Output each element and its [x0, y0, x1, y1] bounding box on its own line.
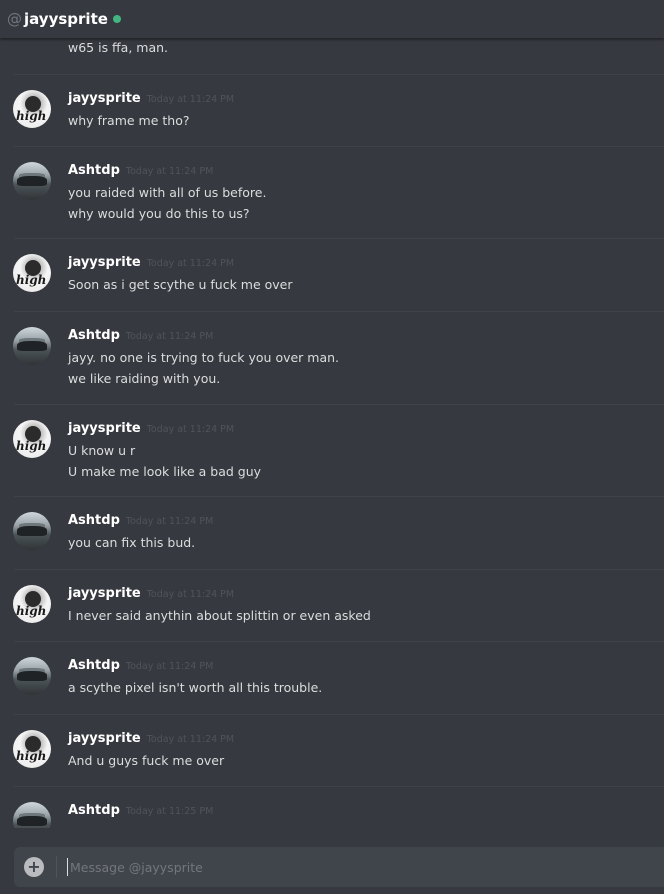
message-timestamp: Today at 11:24 PM: [146, 424, 235, 435]
message-text: U know u r: [68, 443, 136, 458]
avatar-text: high: [16, 439, 47, 453]
message-header: jayysprite Today at 11:24 PM: [68, 91, 234, 106]
message-divider: [14, 714, 664, 715]
message-divider: [14, 238, 664, 239]
message-divider: [14, 786, 664, 787]
message-author[interactable]: Ashtdp: [68, 513, 120, 528]
avatar-text: high: [16, 109, 47, 123]
avatar[interactable]: [13, 327, 51, 365]
avatar-text: high: [16, 749, 47, 763]
avatar[interactable]: high: [13, 90, 51, 128]
online-status-icon: [112, 15, 121, 23]
message-text: why frame me tho?: [68, 113, 190, 128]
avatar-text: high: [16, 604, 47, 618]
message-timestamp: Today at 11:24 PM: [146, 589, 235, 600]
avatar[interactable]: high: [13, 254, 51, 292]
message-timestamp: Today at 11:24 PM: [125, 661, 214, 672]
message-header: jayysprite Today at 11:24 PM: [68, 421, 234, 436]
message-header: jayysprite Today at 11:24 PM: [68, 731, 234, 746]
add-attachment-icon[interactable]: +: [24, 857, 44, 877]
message-divider: [14, 569, 664, 570]
message-text: w65 is ffa, man.: [68, 40, 169, 55]
message-author[interactable]: Ashtdp: [68, 803, 120, 818]
avatar[interactable]: [13, 162, 51, 200]
message-text: U make me look like a bad guy: [68, 464, 262, 479]
message-text: you can fix this bud.: [68, 535, 196, 550]
message-divider: [14, 641, 664, 642]
message-timestamp: Today at 11:25 PM: [125, 806, 214, 817]
message-header: jayysprite Today at 11:24 PM: [68, 255, 234, 270]
avatar[interactable]: high: [13, 420, 51, 458]
message-author[interactable]: Ashtdp: [68, 163, 120, 178]
message-input[interactable]: [67, 858, 664, 876]
message-author[interactable]: jayysprite: [68, 255, 141, 270]
avatar-text: high: [16, 273, 47, 287]
message-text: jayy. no one is trying to fuck you over …: [68, 350, 340, 365]
message-divider: [14, 146, 664, 147]
composer-divider: [56, 856, 57, 878]
avatar[interactable]: [13, 512, 51, 550]
message-header: Ashtdp Today at 11:24 PM: [68, 328, 213, 343]
message-header: Ashtdp Today at 11:24 PM: [68, 658, 213, 673]
message-divider: [14, 311, 664, 312]
dm-username[interactable]: jayysprite: [24, 10, 108, 28]
message-header: jayysprite Today at 11:24 PM: [68, 586, 234, 601]
message-text: we like raiding with you.: [68, 371, 221, 386]
message-author[interactable]: jayysprite: [68, 731, 141, 746]
message-text: Soon as i get scythe u fuck me over: [68, 277, 293, 292]
message-timestamp: Today at 11:24 PM: [146, 734, 235, 745]
message-author[interactable]: jayysprite: [68, 421, 141, 436]
message-text: I never said anythin about splittin or e…: [68, 608, 371, 623]
message-timestamp: Today at 11:24 PM: [146, 258, 235, 269]
message-timestamp: Today at 11:24 PM: [125, 516, 214, 527]
message-header: Ashtdp Today at 11:24 PM: [68, 163, 213, 178]
message-divider: [14, 496, 664, 497]
at-icon: @: [7, 10, 22, 28]
message-author[interactable]: Ashtdp: [68, 658, 120, 673]
message-text: And u guys fuck me over: [68, 753, 225, 768]
channel-header: @ jayysprite: [0, 0, 664, 38]
avatar[interactable]: high: [13, 585, 51, 623]
message-author[interactable]: Ashtdp: [68, 328, 120, 343]
message-text: why would you do this to us?: [68, 206, 250, 221]
message-divider: [14, 74, 664, 75]
message-composer[interactable]: +: [14, 847, 664, 887]
message-divider: [14, 404, 664, 405]
avatar[interactable]: high: [13, 730, 51, 768]
message-author[interactable]: jayysprite: [68, 586, 141, 601]
message-list[interactable]: w65 is ffa, man. high jayysprite Today at …: [0, 38, 664, 828]
avatar[interactable]: [13, 657, 51, 695]
message-text: you raided with all of us before.: [68, 185, 267, 200]
message-timestamp: Today at 11:24 PM: [146, 94, 235, 105]
message-header: Ashtdp Today at 11:25 PM: [68, 803, 213, 818]
message-timestamp: Today at 11:24 PM: [125, 166, 214, 177]
message-author[interactable]: jayysprite: [68, 91, 141, 106]
avatar[interactable]: [13, 802, 51, 828]
message-timestamp: Today at 11:24 PM: [125, 331, 214, 342]
message-header: Ashtdp Today at 11:24 PM: [68, 513, 213, 528]
message-text: a scythe pixel isn't worth all this trou…: [68, 680, 323, 695]
